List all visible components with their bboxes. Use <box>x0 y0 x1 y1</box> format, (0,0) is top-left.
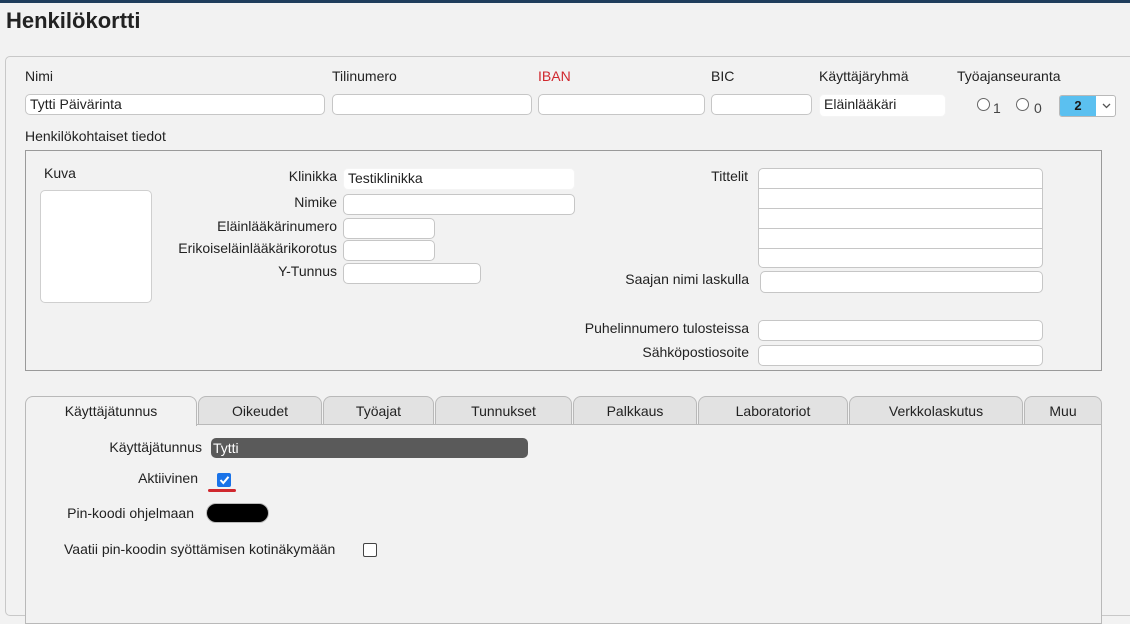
aktiivinen-checkbox[interactable] <box>217 473 231 487</box>
tab-kayttajatunnus[interactable]: Käyttäjätunnus <box>25 396 197 426</box>
pin-label: Pin-koodi ohjelmaan <box>67 505 194 521</box>
sahkoposti-input[interactable] <box>758 345 1043 366</box>
vaatii-pin-checkbox[interactable] <box>363 543 377 557</box>
radio-option-0-label: 0 <box>1034 100 1042 116</box>
tyoajanseuranta-spinner[interactable]: 2 <box>1059 95 1116 117</box>
radio-option-1-label: 1 <box>993 100 1001 116</box>
tittelit-row[interactable] <box>759 189 1042 209</box>
aktiivinen-label: Aktiivinen <box>138 470 198 486</box>
sahkoposti-label: Sähköpostiosoite <box>642 344 749 360</box>
tittelit-row[interactable] <box>759 169 1042 189</box>
tab-muu[interactable]: Muu <box>1024 396 1102 425</box>
tab-tunnukset[interactable]: Tunnukset <box>435 396 572 425</box>
tilinumero-input[interactable] <box>332 94 532 115</box>
checkmark-icon <box>219 476 230 485</box>
erikois-label: Erikoiseläinlääkärikorotus <box>178 240 337 256</box>
nimike-label: Nimike <box>294 194 337 210</box>
bic-input[interactable] <box>711 94 812 115</box>
iban-input[interactable] <box>538 94 705 115</box>
saajan-nimi-input[interactable] <box>760 271 1043 293</box>
pin-input[interactable] <box>206 503 269 523</box>
nimi-label: Nimi <box>25 68 53 84</box>
nimi-input[interactable]: Tytti Päivärinta <box>25 94 325 115</box>
radio-option-0[interactable] <box>1016 98 1029 111</box>
tittelit-table <box>758 168 1043 268</box>
tittelit-row[interactable] <box>759 249 1042 267</box>
spinner-value: 2 <box>1060 96 1096 116</box>
vaatii-pin-label: Vaatii pin-koodin syöttämisen kotinäkymä… <box>64 541 336 557</box>
photo-box[interactable] <box>40 190 152 303</box>
top-accent-bar <box>0 0 1130 3</box>
tab-verkkolaskutus[interactable]: Verkkolaskutus <box>849 396 1023 425</box>
puhelin-input[interactable] <box>758 320 1043 341</box>
elainlaakarinumero-input[interactable] <box>343 218 435 239</box>
tab-oikeudet[interactable]: Oikeudet <box>198 396 322 425</box>
iban-label: IBAN <box>538 68 571 84</box>
tittelit-label: Tittelit <box>711 168 748 184</box>
puhelin-label: Puhelinnumero tulosteissa <box>584 320 749 336</box>
kayttajaryhma-select[interactable]: Eläinlääkäri <box>819 94 946 117</box>
saajan-nimi-label: Saajan nimi laskulla <box>625 271 749 287</box>
klinikka-select[interactable]: Testiklinikka <box>343 168 575 190</box>
page-title: Henkilökortti <box>6 8 141 33</box>
bic-label: BIC <box>711 68 735 84</box>
aktiivinen-underline <box>208 489 236 492</box>
ytunnus-label: Y-Tunnus <box>278 263 337 279</box>
kayttajaryhma-label: Käyttäjäryhmä <box>819 68 909 84</box>
henkilokohtaiset-label: Henkilökohtaiset tiedot <box>25 128 166 144</box>
radio-option-1[interactable] <box>977 98 990 111</box>
username-label: Käyttäjätunnus <box>109 439 202 455</box>
tab-palkkaus[interactable]: Palkkaus <box>573 396 697 425</box>
tittelit-row[interactable] <box>759 229 1042 249</box>
tyoajanseuranta-label: Työajanseuranta <box>957 68 1061 84</box>
kuva-label: Kuva <box>44 165 76 181</box>
nimike-input[interactable] <box>343 194 575 215</box>
chevron-down-icon[interactable] <box>1097 96 1115 116</box>
tab-tyoajat[interactable]: Työajat <box>323 396 434 425</box>
tilinumero-label: Tilinumero <box>332 68 397 84</box>
elainlaakarinumero-label: Eläinlääkärinumero <box>217 218 337 234</box>
tittelit-row[interactable] <box>759 209 1042 229</box>
ytunnus-input[interactable] <box>343 263 481 284</box>
username-input[interactable]: Tytti <box>211 438 528 458</box>
klinikka-label: Klinikka <box>288 168 337 184</box>
erikois-input[interactable] <box>343 240 435 261</box>
tab-laboratoriot[interactable]: Laboratoriot <box>698 396 848 425</box>
